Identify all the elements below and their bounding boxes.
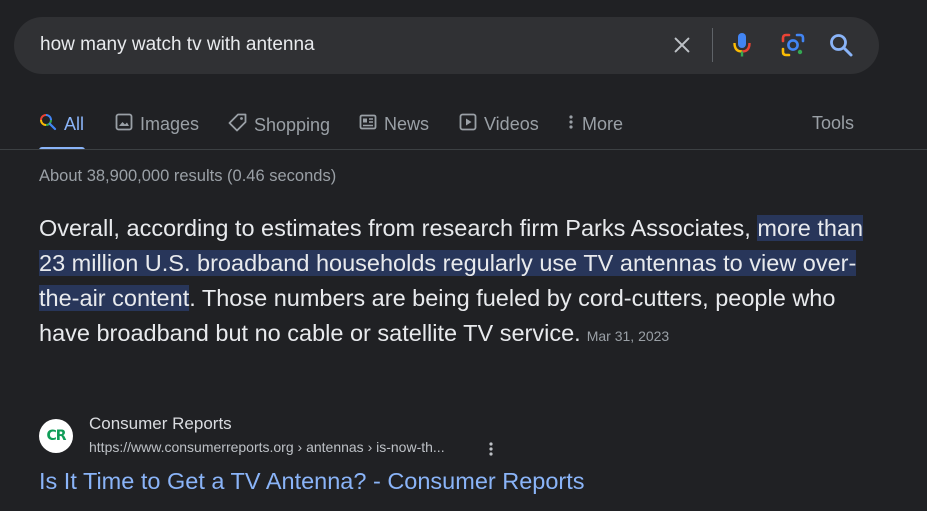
consumer-reports-logo-icon: CR [39, 419, 73, 453]
lens-icon[interactable] [779, 31, 807, 59]
microphone-icon[interactable] [728, 31, 756, 59]
search-icon [39, 113, 57, 136]
featured-snippet: Overall, according to estimates from res… [39, 211, 869, 354]
snippet-text-before: Overall, according to estimates from res… [39, 215, 758, 241]
result-source: CR Consumer Reports https://www.consumer… [39, 414, 639, 462]
tab-videos[interactable]: Videos [459, 113, 539, 136]
search-divider [712, 28, 713, 62]
result-title-link[interactable]: Is It Time to Get a TV Antenna? - Consum… [39, 468, 585, 495]
source-url[interactable]: https://www.consumerreports.org › antenn… [89, 439, 445, 455]
search-input[interactable]: how many watch tv with antenna [40, 34, 315, 56]
tab-images[interactable]: Images [115, 113, 199, 136]
more-options-icon[interactable] [481, 439, 501, 459]
source-name[interactable]: Consumer Reports [89, 414, 232, 434]
tools-label: Tools [812, 113, 855, 133]
tag-icon [228, 113, 247, 137]
tab-label: Shopping [254, 114, 331, 135]
tab-label: Images [140, 114, 200, 134]
video-icon [459, 113, 477, 136]
result-stats: About 38,900,000 results (0.46 seconds) [39, 167, 337, 185]
tab-shopping[interactable]: Shopping [228, 113, 330, 137]
favicon-text: CR [46, 428, 66, 444]
tab-news[interactable]: News [359, 113, 429, 136]
tab-label: All [64, 114, 85, 134]
tab-all[interactable]: All [39, 113, 84, 136]
tabs-divider [0, 149, 927, 150]
tools-button[interactable]: Tools [812, 113, 854, 134]
image-icon [115, 113, 133, 136]
tab-label: More [582, 114, 624, 134]
search-bar: how many watch tv with antenna [14, 17, 879, 74]
tab-label: Videos [484, 114, 539, 134]
snippet-date: Mar 31, 2023 [586, 328, 670, 344]
newspaper-icon [359, 113, 377, 136]
tab-more[interactable]: More [567, 113, 623, 136]
clear-icon[interactable] [668, 31, 696, 59]
search-tabs: All Images Shopping News Videos More Too… [0, 104, 927, 150]
search-icon[interactable] [827, 31, 855, 59]
more-vert-icon [567, 113, 575, 136]
tab-label: News [384, 114, 430, 134]
